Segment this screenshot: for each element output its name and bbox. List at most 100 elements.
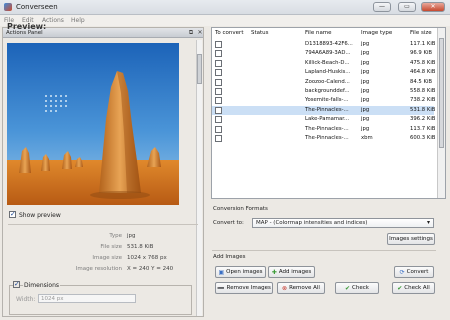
info-file-size-key: File size [100,244,122,250]
table-row[interactable]: Lapland-Huskis... jpg 464.8 KiB [212,68,436,77]
row-checkbox[interactable] [215,135,222,142]
table-row[interactable]: Killick-Beach-D... jpg 475.8 KiB [212,59,435,68]
file-name-cell: D1318893-42F6... [305,41,353,47]
row-checkbox[interactable] [215,41,222,48]
float-panel-icon[interactable]: ⧉ [187,29,195,36]
title-bar: Converseen — ▭ ✕ [0,0,450,15]
remove-icon: ➖ [217,284,225,292]
file-name-cell: Lake-Pamamar... [305,116,350,123]
row-checkbox[interactable] [215,116,222,124]
dimensions-checkbox[interactable] [13,280,20,288]
preview-label: Preview: [7,22,47,31]
check-icon: ✔ [345,284,351,292]
file-name-cell: backgrounddef... [305,88,350,94]
table-row[interactable]: Lake-Pamamar... jpg 396.2 KiB [212,115,436,124]
table-row[interactable]: The-Pinnacles-... xbm 600.3 KiB [212,134,436,143]
image-type-cell: jpg [361,125,370,132]
remove-all-label: Remove All [289,285,320,291]
file-size-cell: 113.7 KiB [410,125,436,132]
info-resolution-key: Image resolution [75,266,122,272]
check-all-label: Check All [404,285,430,291]
maximize-button[interactable]: ▭ [398,2,416,12]
menu-bar: File Edit Actions Help [0,15,450,26]
convert-icon: ⟳ [399,268,405,276]
images-settings-label: Images settings [389,236,433,242]
row-checkbox[interactable] [215,106,222,114]
file-size-cell: 396.2 KiB [410,116,436,123]
image-type-cell: xbm [361,135,373,141]
row-checkbox[interactable] [215,59,222,67]
col-to-convert[interactable]: To convert [215,28,243,39]
row-checkbox[interactable] [215,78,222,86]
remove-all-icon: ⊗ [282,284,288,292]
divider [212,250,436,251]
conversion-formats-title: Conversion Formats [213,206,268,212]
width-label: Width: [16,296,36,303]
info-image-size-key: Image size [92,255,122,261]
app-icon [4,3,12,11]
preview-image [7,43,179,205]
image-type-cell: jpg [361,97,370,104]
file-name-cell: Zoozoo-Calend... [305,78,350,85]
info-resolution-value: X = 240 Y = 240 [127,266,174,272]
check-label: Check [352,285,369,291]
file-name-cell: 794A6A89-3AD... [305,50,351,57]
remove-all-button[interactable]: ⊗ Remove All [277,282,325,294]
menu-help[interactable]: Help [71,17,85,24]
width-input[interactable]: 1024 px [38,294,136,303]
add-images-title: Add Images [213,254,246,260]
row-checkbox[interactable] [215,97,222,105]
table-scrollbar-thumb[interactable] [439,38,444,148]
table-row[interactable]: 794A6A89-3AD... jpg 96.9 KiB [212,49,434,58]
row-checkbox[interactable] [215,125,222,133]
col-image-type[interactable]: Image type [361,28,392,39]
info-file-size-value: 531.8 KiB [127,244,154,250]
table-row[interactable]: Yosemite-falls-... jpg 738.2 KiB [212,96,435,105]
minimize-button[interactable]: — [373,2,391,12]
convert-label: Convert [406,269,429,275]
close-panel-icon[interactable]: ✕ [196,29,204,36]
image-type-cell: jpg [361,106,370,113]
close-button[interactable]: ✕ [421,2,445,12]
row-checkbox[interactable] [215,69,222,77]
image-type-cell: jpg [361,69,370,76]
row-checkbox[interactable] [215,88,222,95]
open-images-button[interactable]: ▣ Open images [215,266,266,278]
file-name-cell: The-Pinnacles-... [305,125,349,132]
table-row[interactable]: Zoozoo-Calend... jpg 84.5 KiB [212,78,434,87]
file-size-cell: 531.8 KiB [410,106,436,113]
info-type-value: jpg [127,233,136,239]
open-images-label: Open images [226,269,263,275]
table-row[interactable]: D1318893-42F6... jpg 117.1 KiB [212,40,435,49]
remove-images-button[interactable]: ➖ Remove Images [215,282,273,294]
file-size-cell: 600.3 KiB [410,135,436,141]
info-type-key: Type [109,233,122,239]
col-status[interactable]: Status [251,28,269,39]
image-type-cell: jpg [361,78,370,85]
window-title: Converseen [16,3,58,11]
images-settings-button[interactable]: Images settings [387,233,435,245]
table-row[interactable]: The-Pinnacles-... jpg 531.8 KiB [212,105,436,115]
table-scrollbar[interactable] [437,28,445,198]
col-file-size[interactable]: File size [410,28,432,39]
add-images-button[interactable]: ✚ Add images [268,266,315,278]
col-file-name[interactable]: File name [305,28,332,39]
file-size-cell: 464.8 KiB [410,69,436,76]
table-row[interactable]: The-Pinnacles-... jpg 113.7 KiB [212,125,436,134]
check-button[interactable]: ✔ Check [335,282,379,294]
check-all-icon: ✔ [397,284,403,292]
file-table: To convert Status File name Image type F… [211,27,446,199]
format-select[interactable]: MAP - (Colormap intensities and indices)… [252,218,434,228]
file-name-cell: Killick-Beach-D... [305,59,350,66]
file-name-cell: Yosemite-falls-... [305,97,349,104]
file-size-cell: 84.5 KiB [410,78,433,85]
table-row[interactable]: backgrounddef... jpg 558.8 KiB [212,87,435,96]
panel-scrollbar-thumb[interactable] [197,54,202,84]
image-type-cell: jpg [361,50,370,57]
image-type-cell: jpg [361,59,370,66]
convert-button[interactable]: ⟳ Convert [394,266,434,278]
panel-scrollbar[interactable] [196,40,202,316]
show-preview-checkbox[interactable] [9,210,16,218]
row-checkbox[interactable] [215,50,222,58]
check-all-button[interactable]: ✔ Check All [392,282,435,294]
